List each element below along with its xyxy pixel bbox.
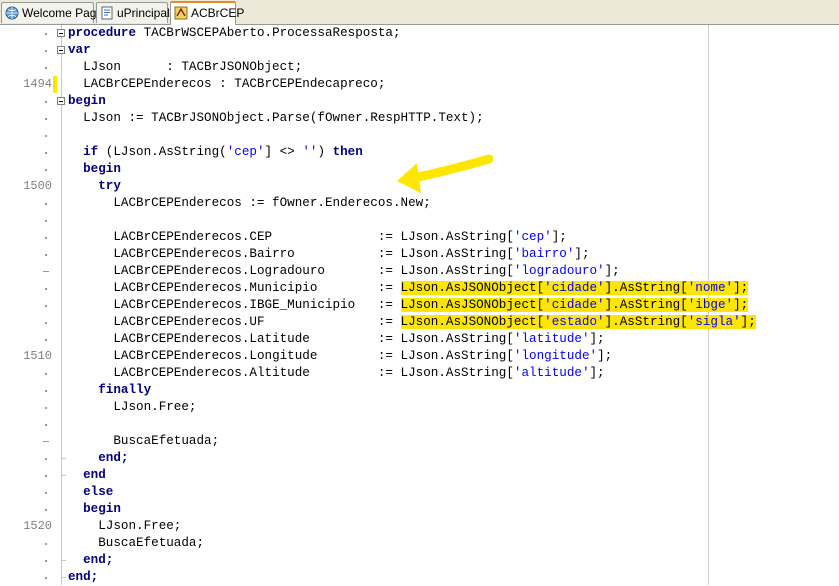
code-line: LACBrCEPEnderecos.Logradouro := LJson.As… <box>0 263 839 280</box>
code-line: LJson := TACBrJSONObject.Parse(fOwner.Re… <box>0 110 839 127</box>
code-line: LACBrCEPEnderecos.Municipio := LJson.AsJ… <box>0 280 839 297</box>
code-line: end; <box>0 552 839 569</box>
code-line <box>0 212 839 229</box>
code-line: LACBrCEPEnderecos.IBGE_Municipio := LJso… <box>0 297 839 314</box>
code-line: 1510 LACBrCEPEnderecos.Longitude := LJso… <box>0 348 839 365</box>
code-line: end; <box>0 450 839 467</box>
line-number: 1500 <box>23 179 52 193</box>
acbr-unit-icon <box>174 6 188 20</box>
code-line <box>0 416 839 433</box>
code-line: BuscaEfetuada; <box>0 535 839 552</box>
code-line: else <box>0 484 839 501</box>
code-line: LACBrCEPEnderecos.UF := LJson.AsJSONObje… <box>0 314 839 331</box>
code-line: 1520 LJson.Free; <box>0 518 839 535</box>
code-editor[interactable]: procedure TACBrWSCEPAberto.ProcessaRespo… <box>0 25 839 585</box>
code-line: begin <box>0 93 839 110</box>
highlighted-expression: LJson.AsJSONObject['cidade'].AsString['n… <box>400 281 749 295</box>
tab-welcome-page[interactable]: Welcome Page <box>1 2 103 23</box>
annotation-arrow-icon <box>397 154 493 193</box>
fold-toggle[interactable] <box>57 97 65 105</box>
tab-label: ACBrCEP <box>191 6 245 20</box>
editor-tab-bar: Welcome Page uPrincipal ACBrCEP <box>0 0 839 25</box>
code-line: 1494 LACBrCEPEnderecos : TACBrCEPEndecap… <box>0 76 839 93</box>
fold-toggle[interactable] <box>57 29 65 37</box>
unit-file-icon <box>101 6 113 20</box>
highlighted-expression: LJson.AsJSONObject['cidade'].AsString['i… <box>400 298 749 312</box>
code-line: LACBrCEPEnderecos.CEP := LJson.AsString[… <box>0 229 839 246</box>
code-line: LJson : TACBrJSONObject; <box>0 59 839 76</box>
code-line: LACBrCEPEnderecos.Altitude := LJson.AsSt… <box>0 365 839 382</box>
code-line: end <box>0 467 839 484</box>
line-number: 1520 <box>23 519 52 533</box>
code-line: procedure TACBrWSCEPAberto.ProcessaRespo… <box>0 25 839 42</box>
highlighted-expression: LJson.AsJSONObject['estado'].AsString['s… <box>400 315 756 329</box>
tab-acbrcep[interactable]: ACBrCEP <box>170 1 244 25</box>
code-line: BuscaEfetuada; <box>0 433 839 450</box>
code-line: var <box>0 42 839 59</box>
tab-uprincipal[interactable]: uPrincipal <box>96 2 170 23</box>
code-line: LJson.Free; <box>0 399 839 416</box>
code-line: LACBrCEPEnderecos.Latitude := LJson.AsSt… <box>0 331 839 348</box>
line-number: 1510 <box>23 349 52 363</box>
code-line <box>0 127 839 144</box>
line-number: 1494 <box>23 77 52 91</box>
code-line: finally <box>0 382 839 399</box>
code-line: begin <box>0 501 839 518</box>
fold-toggle[interactable] <box>57 46 65 54</box>
tab-label: Welcome Page <box>22 6 104 20</box>
tab-label: uPrincipal <box>117 6 170 20</box>
code-line: end; <box>0 569 839 586</box>
code-line: LACBrCEPEnderecos.Bairro := LJson.AsStri… <box>0 246 839 263</box>
globe-icon <box>5 6 19 20</box>
